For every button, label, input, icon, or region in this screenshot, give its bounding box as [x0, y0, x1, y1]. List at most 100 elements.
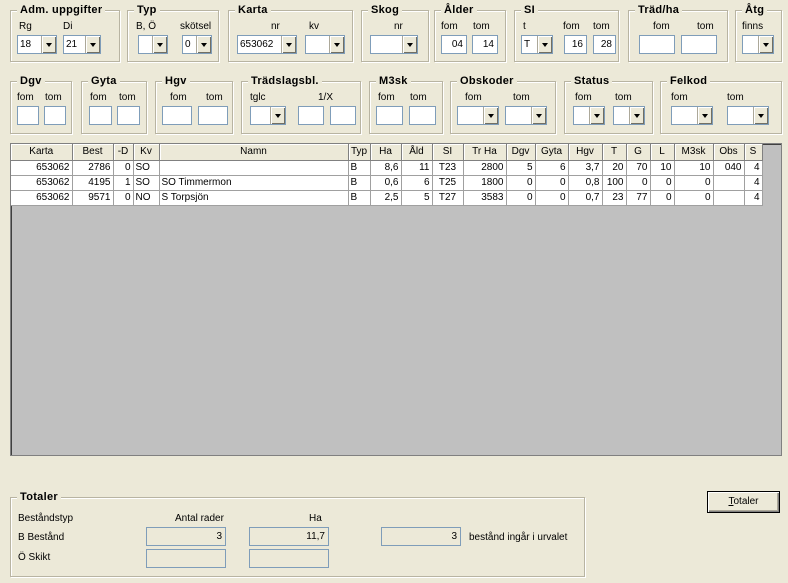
status-tom-combo[interactable]: [613, 106, 645, 125]
column-header[interactable]: Tr Ha: [463, 144, 507, 161]
chevron-down-icon[interactable]: [329, 36, 344, 53]
column-header[interactable]: Gyta: [535, 144, 569, 161]
table-cell: [159, 160, 349, 176]
si-t-label: t: [523, 21, 526, 32]
table-row[interactable]: 653062 2786 0 SO B 8,6 11 T23 2800 5 6 3,7 20 70 10 10 0…: [11, 160, 763, 176]
si-fom-input[interactable]: 16: [564, 35, 587, 54]
chevron-down-icon[interactable]: [483, 107, 498, 124]
skog-nr-combo[interactable]: [370, 35, 418, 54]
totaler-title: Totaler: [17, 490, 61, 504]
column-header[interactable]: SI: [432, 144, 464, 161]
hgv-fom-label: fom: [170, 92, 187, 103]
column-header[interactable]: -D: [113, 144, 134, 161]
chevron-down-icon[interactable]: [85, 36, 100, 53]
table-cell: 1800: [463, 175, 507, 191]
column-header[interactable]: Ha: [370, 144, 402, 161]
totaler-button[interactable]: Totaler: [707, 491, 780, 513]
gyta-tom-input[interactable]: [117, 106, 140, 125]
chevron-down-icon[interactable]: [531, 107, 546, 124]
column-header[interactable]: Karta: [11, 144, 73, 161]
column-header[interactable]: Best: [72, 144, 114, 161]
trad-ha-fom-input[interactable]: [639, 35, 675, 54]
table-cell: [713, 175, 745, 191]
m3sk-fom-input[interactable]: [376, 106, 403, 125]
gyta-fom-label: fom: [90, 92, 107, 103]
column-header[interactable]: G: [626, 144, 651, 161]
table-cell: 0: [650, 190, 675, 206]
column-header[interactable]: M3sk: [674, 144, 714, 161]
gyta-title: Gyta: [88, 74, 120, 88]
column-header[interactable]: Hgv: [568, 144, 603, 161]
felkod-tom-label: tom: [727, 92, 744, 103]
chevron-down-icon[interactable]: [537, 36, 552, 53]
chevron-down-icon[interactable]: [270, 107, 285, 124]
si-tom-input[interactable]: 28: [593, 35, 616, 54]
dgv-tom-input[interactable]: [44, 106, 66, 125]
rg-label: Rg: [19, 21, 32, 32]
chevron-down-icon[interactable]: [753, 107, 768, 124]
chevron-down-icon[interactable]: [281, 36, 296, 53]
table-cell: 0: [535, 190, 569, 206]
table-row[interactable]: 653062 9571 0 NO S Torpsjön B 2,5 5 T27 3583 0 0 0,7…: [11, 190, 763, 206]
hgv-tom-input[interactable]: [198, 106, 228, 125]
chevron-down-icon[interactable]: [589, 107, 604, 124]
gyta-fom-input[interactable]: [89, 106, 112, 125]
status-group: Status fom tom: [564, 74, 653, 134]
dgv-group: Dgv fom tom: [10, 74, 72, 134]
chevron-down-icon[interactable]: [629, 107, 644, 124]
column-header[interactable]: Åld: [401, 144, 433, 161]
atg-finns-combo[interactable]: [742, 35, 774, 54]
table-cell: 0: [113, 160, 134, 176]
felkod-fom-combo[interactable]: [671, 106, 713, 125]
trad-ha-tom-label: tom: [697, 21, 714, 32]
table-cell: 0: [506, 190, 536, 206]
karta-kv-combo[interactable]: [305, 35, 345, 54]
tglc-combo[interactable]: [250, 106, 286, 125]
chevron-down-icon[interactable]: [196, 36, 211, 53]
results-grid[interactable]: Karta Best -D Kv Namn Typ Ha Åld SI Tr Ha Dgv Gyta H…: [10, 143, 782, 456]
column-header[interactable]: T: [602, 144, 627, 161]
dgv-tom-label: tom: [45, 92, 62, 103]
obskoder-fom-combo[interactable]: [457, 106, 499, 125]
alder-tom-input[interactable]: 14: [472, 35, 498, 54]
column-header[interactable]: Typ: [348, 144, 371, 161]
gyta-tom-label: tom: [119, 92, 136, 103]
column-header[interactable]: Obs: [713, 144, 745, 161]
chevron-down-icon[interactable]: [402, 36, 417, 53]
obskoder-tom-combo[interactable]: [505, 106, 547, 125]
table-cell: 3,7: [568, 160, 603, 176]
di-combo[interactable]: 21: [63, 35, 101, 54]
typ-title: Typ: [134, 3, 160, 17]
atg-title: Åtg: [742, 3, 768, 17]
karta-nr-combo[interactable]: 653062: [237, 35, 297, 54]
chevron-down-icon[interactable]: [41, 36, 56, 53]
si-t-combo[interactable]: T: [521, 35, 553, 54]
felkod-tom-combo[interactable]: [727, 106, 769, 125]
o-antal-field: [146, 549, 226, 568]
column-header[interactable]: Dgv: [506, 144, 536, 161]
table-cell: T27: [432, 190, 464, 206]
rg-combo[interactable]: 18: [17, 35, 57, 54]
chevron-down-icon[interactable]: [152, 36, 167, 53]
table-cell: T23: [432, 160, 464, 176]
status-fom-combo[interactable]: [573, 106, 605, 125]
bo-combo[interactable]: [138, 35, 168, 54]
column-header[interactable]: Kv: [133, 144, 160, 161]
tradslag-b-input[interactable]: [330, 106, 356, 125]
column-header[interactable]: L: [650, 144, 675, 161]
chevron-down-icon[interactable]: [758, 36, 773, 53]
tradslag-a-input[interactable]: [298, 106, 324, 125]
skotsel-combo[interactable]: 0: [182, 35, 212, 54]
column-header[interactable]: S: [744, 144, 763, 161]
alder-title: Ålder: [441, 3, 477, 17]
alder-fom-input[interactable]: 04: [441, 35, 467, 54]
table-cell: 0: [535, 175, 569, 191]
table-row[interactable]: 653062 4195 1 SO SO Timmermon B 0,6 6 T25 1800 0 0 0…: [11, 175, 763, 191]
trad-ha-tom-input[interactable]: [681, 35, 717, 54]
chevron-down-icon[interactable]: [697, 107, 712, 124]
hgv-fom-input[interactable]: [162, 106, 192, 125]
m3sk-tom-input[interactable]: [409, 106, 436, 125]
table-cell: 0: [650, 175, 675, 191]
column-header[interactable]: Namn: [159, 144, 349, 161]
dgv-fom-input[interactable]: [17, 106, 39, 125]
